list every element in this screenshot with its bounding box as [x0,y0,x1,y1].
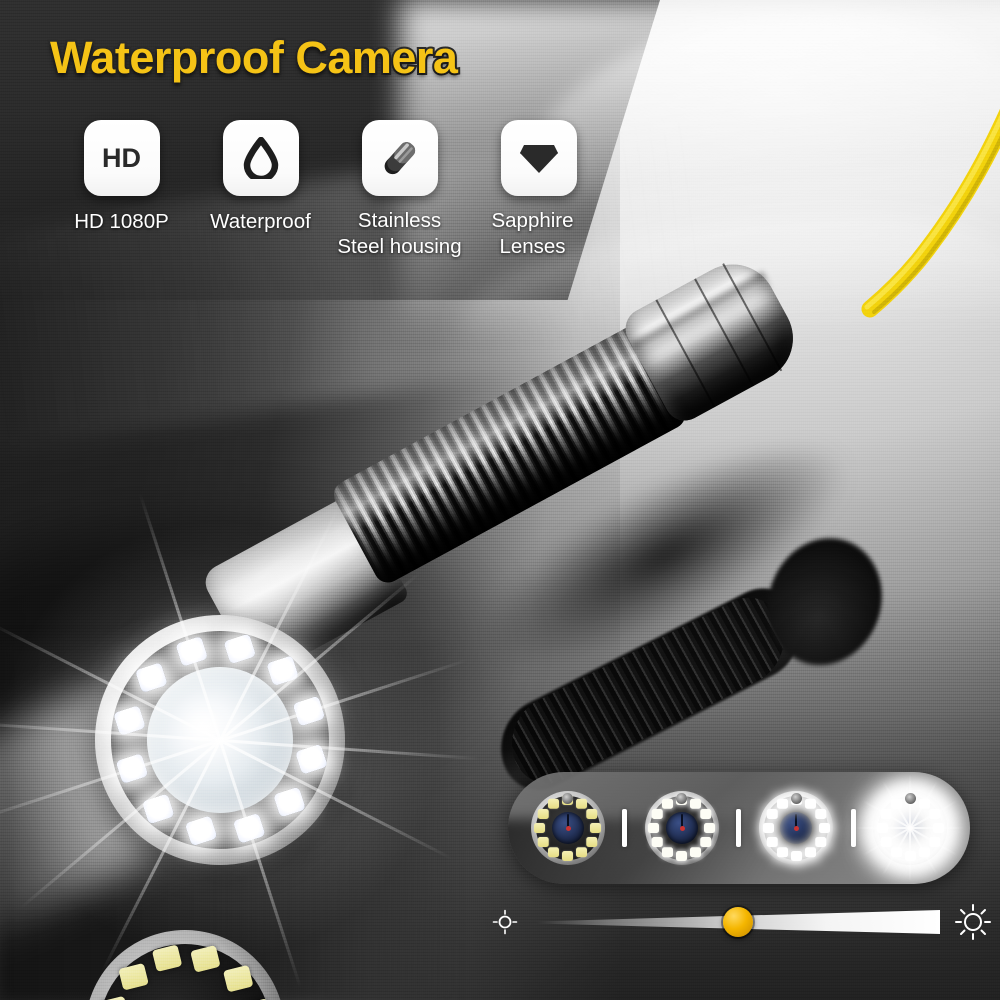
thumb-led [662,798,674,809]
feature-hd-1080p: HD HD 1080P [52,120,191,260]
feature-waterproof: Waterproof [191,120,330,260]
thumb-led [790,851,802,861]
thumb-led [538,837,550,847]
thumb-led [562,851,574,861]
thumb-led [576,847,588,858]
thumb-led [700,837,712,847]
camera-thumb-level-3 [759,791,834,865]
comparison-divider [622,809,628,847]
water-drop-icon [243,137,278,179]
feature-badge [361,120,438,196]
thumb-led [704,823,716,833]
sun-small-icon[interactable] [492,909,518,935]
feature-label: HD 1080P [74,210,169,233]
feature-badge [500,120,577,196]
thumb-led [804,847,816,858]
thumb-led [538,809,550,819]
slider-knob[interactable] [723,907,753,937]
thumb-led [766,809,778,819]
camera-thumb-level-1 [530,791,605,865]
thumb-led [586,837,598,847]
thumb-led [548,798,560,809]
feature-label: Sapphire Lenses [491,209,574,258]
feature-label: Waterproof [210,210,311,233]
thumb-top-dot [904,793,916,804]
thumb-led [534,823,546,833]
sun-large-icon[interactable] [954,903,992,941]
product-marketing-image: Waterproof Camera HD HD 1080P Waterproof [0,0,1000,1000]
thumb-led [676,851,688,861]
thumb-led [586,809,598,819]
feature-badge-list: HD HD 1080P Waterproof Stainless Steel h… [52,120,608,260]
feature-sapphire-lenses: Sapphire Lenses [469,120,608,260]
thumb-led [576,798,588,809]
thumb-led [652,837,664,847]
camera-thumb-level-2 [644,791,719,865]
camera-thumb-level-4 [856,774,965,882]
steel-rod-icon [384,142,415,175]
thumb-led [776,847,788,858]
thumb-led [762,823,774,833]
thumb-led [652,809,664,819]
thumb-led [690,847,702,858]
thumb-top-dot [790,793,802,804]
thumb-led [700,809,712,819]
thumb-led [662,847,674,858]
thumb-led [690,798,702,809]
thumb-led [766,837,778,847]
thumb-led [814,837,826,847]
feature-stainless-steel: Stainless Steel housing [330,120,469,260]
thumb-led [548,847,560,858]
thumb-led [648,823,660,833]
hd-icon: HD [102,142,141,173]
thumb-led [818,823,830,833]
thumb-led [776,798,788,809]
brightness-slider[interactable] [492,896,992,948]
feature-badge: HD [83,120,160,196]
diamond-icon [519,145,558,173]
thumb-led [814,809,826,819]
feature-label: Stainless Steel housing [337,209,462,258]
led-brightness-comparison [508,772,970,884]
comparison-divider [736,809,742,847]
thumb-led [804,798,816,809]
thumb-led [590,823,602,833]
feature-badge [222,120,299,196]
comparison-divider [850,809,856,847]
page-title: Waterproof Camera [48,30,460,85]
